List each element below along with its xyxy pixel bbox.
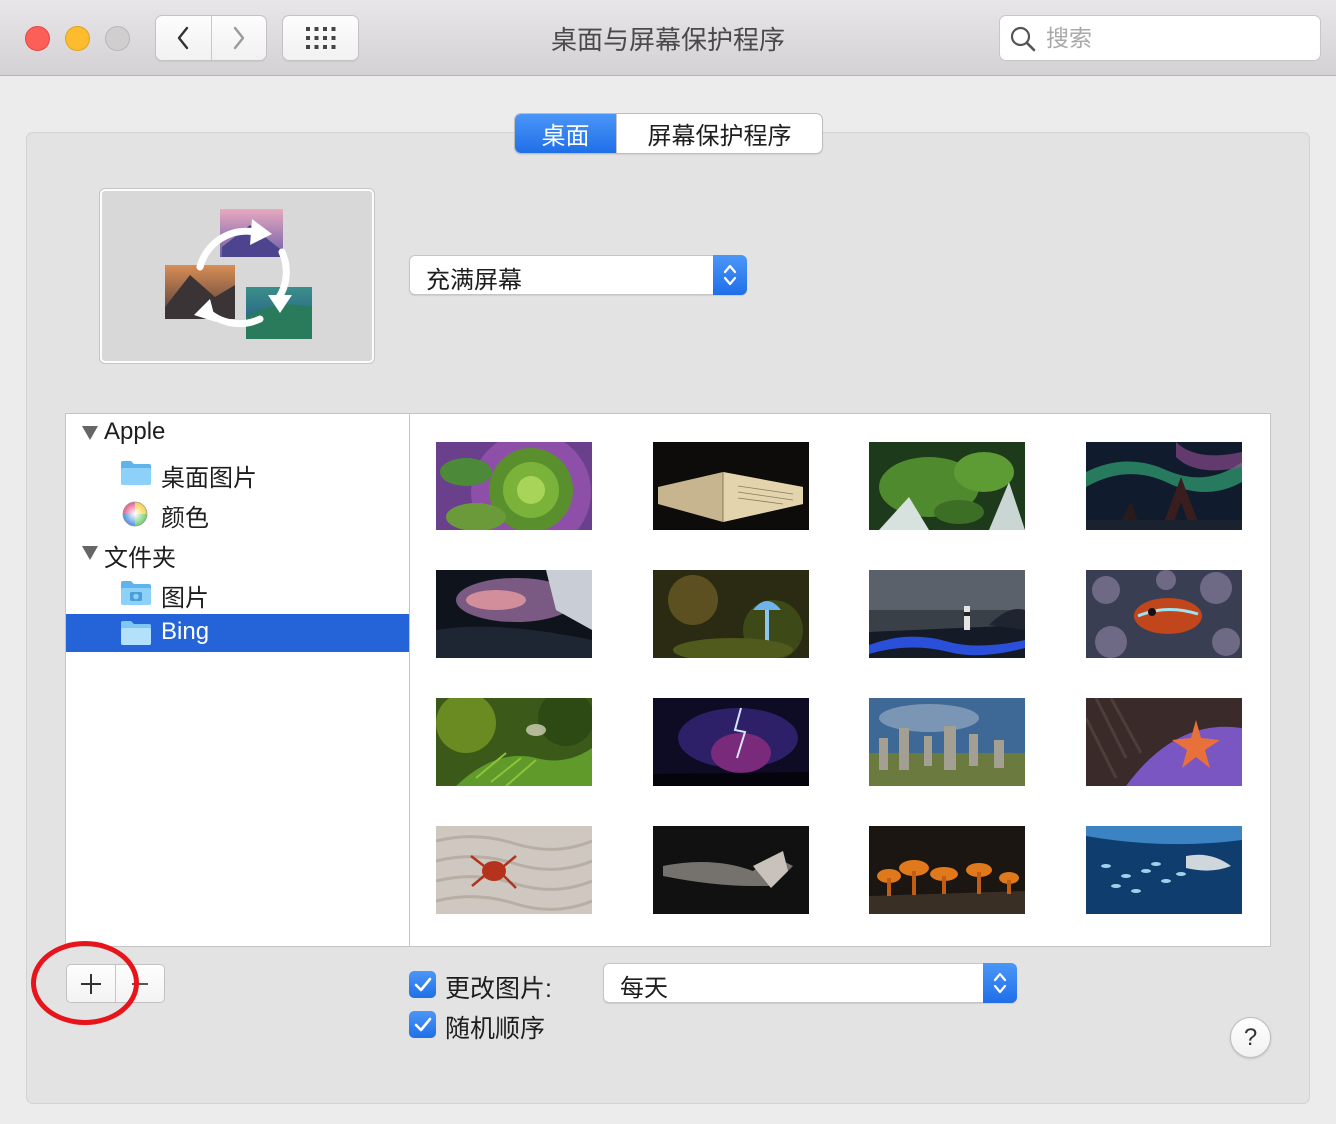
desktop-preview (100, 189, 374, 363)
wallpaper-thumbnail-reef-fish[interactable] (1086, 570, 1242, 658)
close-window-button[interactable] (25, 26, 50, 51)
wallpaper-thumbnail-mossy-stream[interactable] (869, 442, 1025, 530)
wallpaper-thumbnail-fish-school[interactable] (1086, 826, 1242, 914)
wallpaper-thumbnail-gliding-bat[interactable] (653, 826, 809, 914)
rotating-pictures-icon (165, 209, 312, 339)
sidebar-item-colors[interactable]: 颜色 (66, 494, 409, 532)
fill-mode-popup[interactable]: 充满屏幕 (409, 255, 747, 295)
title-bar: 桌面与屏幕保护程序 (0, 0, 1336, 76)
pictures-folder-icon (121, 581, 151, 605)
wallpaper-thumbnail-standing-stones[interactable] (869, 698, 1025, 786)
change-picture-checkbox[interactable] (409, 971, 436, 998)
wallpaper-thumbnail-starfish[interactable] (1086, 698, 1242, 786)
wallpaper-thumbnail-lighthouse[interactable] (869, 570, 1025, 658)
wallpaper-thumbnail-blue-mushroom[interactable] (653, 570, 809, 658)
annotation-circle (31, 941, 139, 1025)
wallpaper-thumbnail-aurora-arch[interactable] (1086, 442, 1242, 530)
wallpaper-thumbnail-sea-cave[interactable] (436, 570, 592, 658)
window-title: 桌面与屏幕保护程序 (550, 25, 785, 55)
checkmark-icon (414, 1017, 431, 1031)
tab-bar: 桌面 屏幕保护程序 (514, 113, 823, 154)
wallpaper-gallery (409, 413, 1271, 947)
folder-icon (121, 621, 151, 645)
search-input[interactable] (1046, 22, 1306, 54)
color-wheel-icon (122, 501, 148, 527)
wallpaper-thumbnail-orange-fungi[interactable] (869, 826, 1025, 914)
sidebar-item-pictures[interactable]: 图片 (66, 574, 409, 612)
chevron-right-icon (233, 26, 244, 50)
search-field[interactable] (999, 15, 1321, 61)
wallpaper-thumbnail-open-book[interactable] (653, 442, 809, 530)
disclosure-triangle-icon (82, 546, 98, 560)
sidebar-item-desktop-pictures[interactable]: 桌面图片 (66, 454, 409, 492)
back-forward-group (155, 15, 267, 61)
tab-desktop[interactable]: 桌面 (515, 114, 616, 153)
help-button[interactable]: ? (1230, 1017, 1271, 1058)
change-picture-label: 更改图片: (445, 975, 552, 1003)
minimize-window-button[interactable] (65, 26, 90, 51)
up-down-chevron-icon (723, 264, 737, 286)
sidebar-item-label: Bing (161, 618, 210, 645)
wallpaper-thumbnail-succulent[interactable] (436, 442, 592, 530)
sidebar-item-label: 图片 (161, 585, 209, 612)
wallpaper-thumbnail-glasswing-butterfly[interactable] (436, 698, 592, 786)
wallpaper-thumbnail-red-crab[interactable] (436, 826, 592, 914)
sidebar-group-label: Apple (104, 418, 166, 445)
tab-screen-saver[interactable]: 屏幕保护程序 (616, 114, 822, 153)
sidebar-group-apple[interactable]: Apple (66, 414, 409, 452)
up-down-chevron-icon (993, 972, 1007, 994)
back-button[interactable] (156, 16, 211, 60)
sidebar-group-folders[interactable]: 文件夹 (66, 534, 409, 572)
show-all-grid-icon (305, 27, 335, 49)
chevron-left-icon (178, 26, 189, 50)
change-frequency-value: 每天 (620, 975, 668, 1002)
sidebar-item-label: 颜色 (161, 505, 209, 532)
sidebar-group-label: 文件夹 (104, 545, 176, 572)
popup-stepper[interactable] (713, 255, 747, 295)
sidebar-item-label: 桌面图片 (161, 465, 257, 492)
zoom-window-button (105, 26, 130, 51)
search-icon (1010, 26, 1036, 52)
change-frequency-popup[interactable]: 每天 (603, 963, 1017, 1003)
sidebar-item-bing[interactable]: Bing (66, 614, 409, 652)
disclosure-triangle-icon (82, 426, 98, 440)
wallpaper-thumbnail-volcano-lightning[interactable] (653, 698, 809, 786)
random-order-checkbox[interactable] (409, 1011, 436, 1038)
fill-mode-value: 充满屏幕 (426, 267, 522, 294)
popup-stepper[interactable] (983, 963, 1017, 1003)
source-list: Apple 桌面图片 颜色 文件夹 图片 Bing (65, 413, 410, 947)
show-all-button[interactable] (282, 15, 359, 61)
folder-icon (121, 461, 151, 485)
forward-button[interactable] (210, 16, 267, 60)
checkmark-icon (414, 977, 431, 991)
random-order-label: 随机顺序 (445, 1015, 546, 1043)
